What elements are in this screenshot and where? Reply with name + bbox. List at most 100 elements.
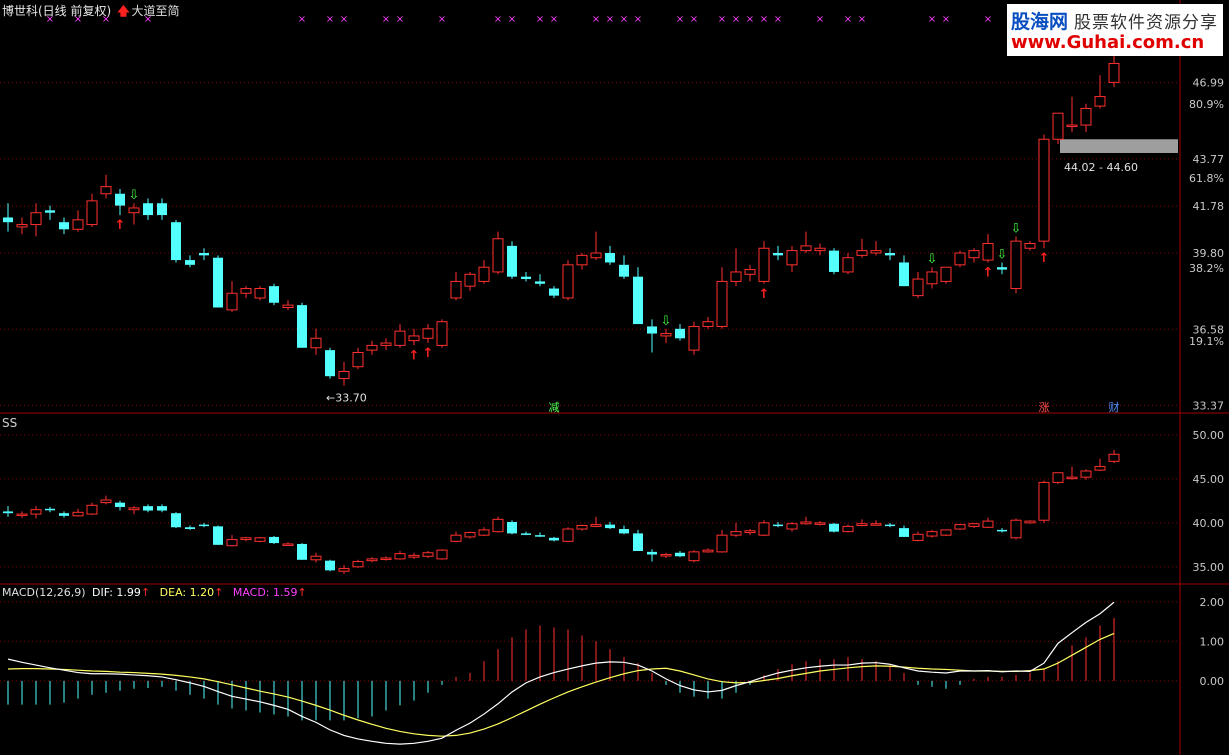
ss-candle [997, 529, 1007, 532]
main-candle [885, 252, 895, 256]
ss-candle [213, 526, 223, 545]
signal-marker: × [298, 14, 306, 25]
macd-legend: MACD(12,26,9) DIF: 1.99↑ DEA: 1.20↑ MACD… [2, 586, 307, 599]
main-candle [1038, 138, 1050, 242]
ss-candle [185, 527, 195, 530]
main-candle [675, 328, 685, 339]
main-candle [535, 281, 545, 284]
percent-tick-label: 19.1% [1189, 335, 1224, 348]
ss-candle [422, 552, 434, 557]
signal-marker: × [438, 14, 446, 25]
signal-marker: × [634, 14, 642, 25]
main-candle [338, 370, 350, 380]
main-candle [422, 328, 434, 339]
main-candle [59, 222, 69, 230]
sell-arrow-icon: ⇩ [129, 188, 140, 203]
main-candle [1094, 96, 1106, 107]
ss-candle [1010, 519, 1022, 539]
main-candle [240, 288, 252, 294]
main-candle [30, 212, 42, 226]
watermark-tagline: 股票软件资源分享 [1074, 13, 1219, 33]
stock-chart[interactable]: 46.9943.7741.7839.8036.5833.3780.9%61.8%… [0, 0, 1229, 755]
main-candle [450, 280, 462, 299]
signal-marker: × [690, 14, 698, 25]
signal-marker: × [774, 14, 782, 25]
main-candle [185, 260, 195, 265]
stock-title: 博世科(日线 前复权) [2, 4, 112, 18]
price-tick-label: 43.77 [1193, 153, 1225, 166]
main-candle [758, 247, 770, 282]
signal-marker: × [760, 14, 768, 25]
price-tick-label: 33.37 [1193, 399, 1225, 412]
main-candle [408, 335, 420, 342]
ss-candle [856, 523, 868, 526]
main-candle [297, 305, 307, 348]
ss-candle [773, 524, 783, 527]
buy-arrow-icon: ↑ [1039, 251, 1050, 266]
ss-candle [478, 529, 490, 536]
watermark-url: www.Guhai.com.cn [1011, 32, 1205, 53]
signal-marker: × [816, 14, 824, 25]
signal-marker: × [396, 14, 404, 25]
main-candle [157, 203, 167, 216]
signal-marker: × [984, 14, 992, 25]
main-candle [912, 278, 924, 297]
ss-candle [899, 528, 909, 537]
ss-candle [716, 534, 728, 553]
indicator-name: 大道至简 [131, 4, 180, 18]
dea-line [7, 632, 1115, 737]
macd-tick-label: 0.00 [1200, 675, 1225, 688]
dea-arrow-icon: ↑ [214, 586, 224, 599]
main-candle [521, 276, 531, 280]
ss-candle [59, 513, 69, 516]
ss-candle [968, 523, 980, 527]
ss-candle [870, 523, 882, 526]
main-candle [842, 257, 854, 273]
signal-marker: × [844, 14, 852, 25]
price-band [1060, 139, 1178, 153]
ss-candle [199, 524, 209, 527]
main-candle [619, 264, 629, 277]
ss-candle [926, 531, 938, 537]
main-candle [702, 321, 714, 327]
main-candle [72, 219, 84, 230]
main-candle [576, 254, 588, 266]
ss-candle [744, 530, 756, 534]
ss-candle [157, 506, 167, 511]
signal-marker: × [340, 14, 348, 25]
main-candle [282, 304, 294, 308]
main-candle [829, 250, 839, 272]
main-candle [688, 325, 700, 351]
ss-candle [633, 533, 643, 551]
ss-candle [282, 543, 294, 546]
main-candle [870, 250, 882, 254]
main-candle [16, 224, 28, 228]
dif-arrow-icon: ↑ [140, 586, 151, 599]
ss-tick-label: 45.00 [1193, 473, 1225, 486]
signal-marker: × [326, 14, 334, 25]
main-candle [128, 207, 140, 214]
price-tick-label: 46.99 [1193, 77, 1225, 90]
main-candle [730, 271, 742, 282]
percent-tick-label: 61.8% [1189, 172, 1224, 185]
main-candle [940, 266, 952, 282]
ss-candle [86, 504, 98, 515]
main-candle [492, 238, 504, 273]
main-candle [968, 250, 980, 259]
ss-candle [842, 525, 854, 533]
sell-arrow-icon: ⇩ [927, 252, 938, 267]
main-candle [660, 333, 672, 337]
low-price-annotation: ←33.70 [326, 392, 367, 405]
event-label: 涨 [1039, 401, 1050, 414]
signal-marker: × [550, 14, 558, 25]
ss-candle [464, 532, 476, 538]
macd-tick-label: 2.00 [1200, 596, 1225, 609]
macd-value: MACD: 1.59 [232, 586, 298, 599]
ss-panel-label: SS [2, 416, 18, 430]
main-candle [254, 288, 266, 299]
signal-marker: × [746, 14, 754, 25]
main-candle [562, 264, 574, 299]
ss-candle [72, 511, 84, 517]
ss-candle [16, 513, 28, 517]
main-candle [1066, 124, 1078, 128]
